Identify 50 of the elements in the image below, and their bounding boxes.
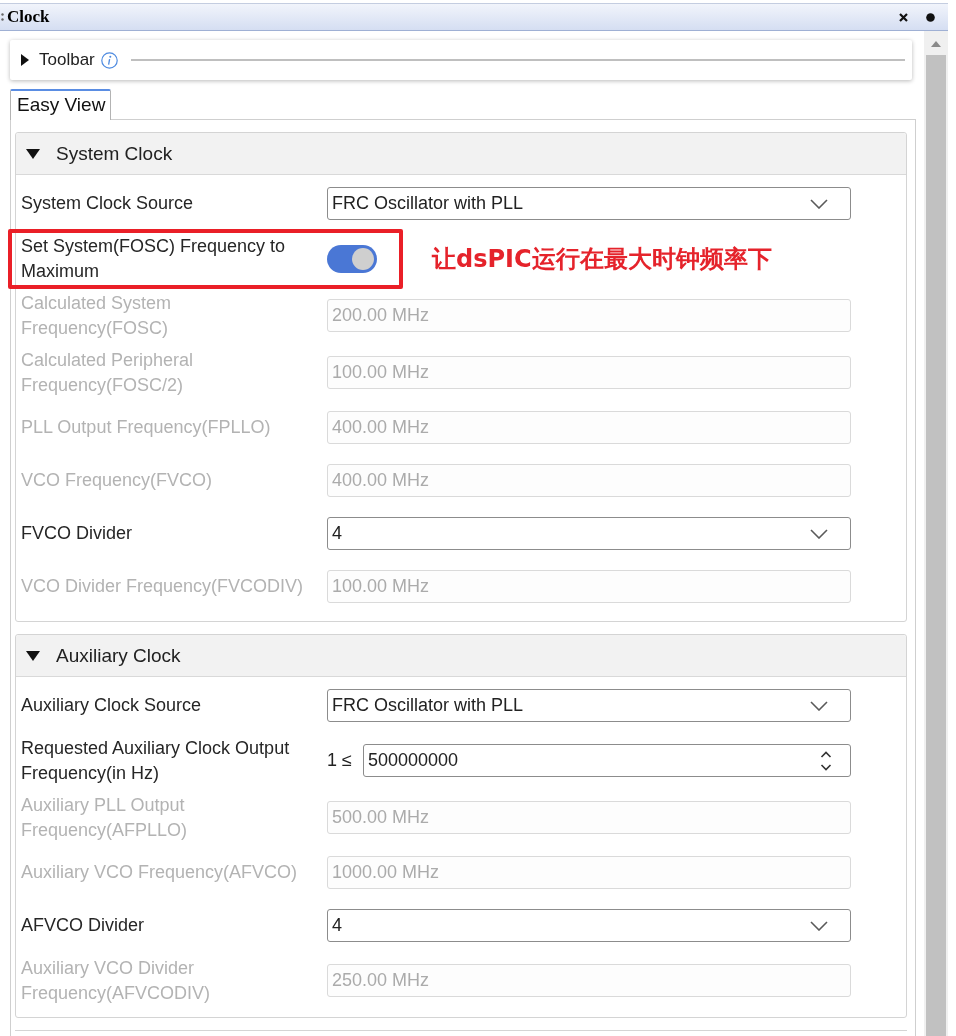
readonly-field: 250.00 MHz [327,964,851,997]
section-header[interactable]: System Clock [16,133,906,175]
close-icon[interactable] [899,12,908,22]
scrollbar-thumb[interactable] [926,55,946,1036]
readonly-field: 1000.00 MHz [327,856,851,889]
grip-icon[interactable] [1,13,4,21]
chevron-down-icon[interactable] [810,920,828,931]
readonly-field: 500.00 MHz [327,801,851,834]
scroll-up-arrow-icon[interactable] [931,41,941,47]
chevron-down-icon[interactable] [810,528,828,539]
section-header[interactable]: Auxiliary Clock [16,635,906,677]
readonly-field: 100.00 MHz [327,356,851,389]
range-prefix: 1 ≤ [327,750,353,771]
readonly-field: 100.00 MHz [327,570,851,603]
field-label: Calculated System Frequency(FOSC) [21,291,173,340]
caret-right-icon[interactable] [21,54,29,66]
number-input[interactable]: 500000000 [363,744,851,777]
caret-down-icon[interactable] [26,148,40,159]
chevron-down-icon[interactable] [810,700,828,711]
dropdown[interactable]: FRC Oscillator with PLL [327,187,851,220]
dot-icon[interactable] [926,12,935,22]
chevron-down-icon[interactable] [810,198,828,209]
field-label: Set System(FOSC) Frequency to Maximum [21,234,287,283]
field-label: FVCO Divider [21,522,133,545]
field-label: Auxiliary VCO Frequency(AFVCO) [21,861,299,884]
readonly-field: 200.00 MHz [327,299,851,332]
field-label: Auxiliary Clock Source [21,694,203,717]
window-title: Clock [7,7,50,27]
readonly-field: 400.00 MHz [327,464,851,497]
field-label: Requested Auxiliary Clock Output Frequency(in Hz) [21,736,291,785]
dropdown[interactable]: 4 [327,517,851,550]
tab[interactable]: Easy View [10,89,112,120]
field-label: VCO Divider Frequency(FVCODIV) [21,575,305,598]
annotation-text: 让dsPIC运行在最大时钟频率下 [432,243,772,275]
field-label: PLL Output Frequency(FPLLO) [21,416,272,439]
readonly-field: 400.00 MHz [327,411,851,444]
toggle-switch[interactable] [327,244,377,273]
field-label: AFVCO Divider [21,914,146,937]
dropdown[interactable]: FRC Oscillator with PLL [327,689,851,722]
field-label: Auxiliary PLL Output Frequency(AFPLLO) [21,793,189,842]
toolbar-expander[interactable]: Toolbar [21,50,95,70]
field-label: Calculated Peripheral Frequency(FOSC/2) [21,348,195,397]
field-label: Auxiliary VCO Divider Frequency(AFVCODIV) [21,956,212,1005]
field-label: VCO Frequency(FVCO) [21,469,214,492]
dropdown[interactable]: 4 [327,909,851,942]
info-icon[interactable] [100,51,118,69]
scrollbar[interactable] [924,31,948,1036]
spinner-arrows-icon[interactable] [820,750,832,771]
field-label: System Clock Source [21,192,195,215]
caret-down-icon[interactable] [26,650,40,661]
